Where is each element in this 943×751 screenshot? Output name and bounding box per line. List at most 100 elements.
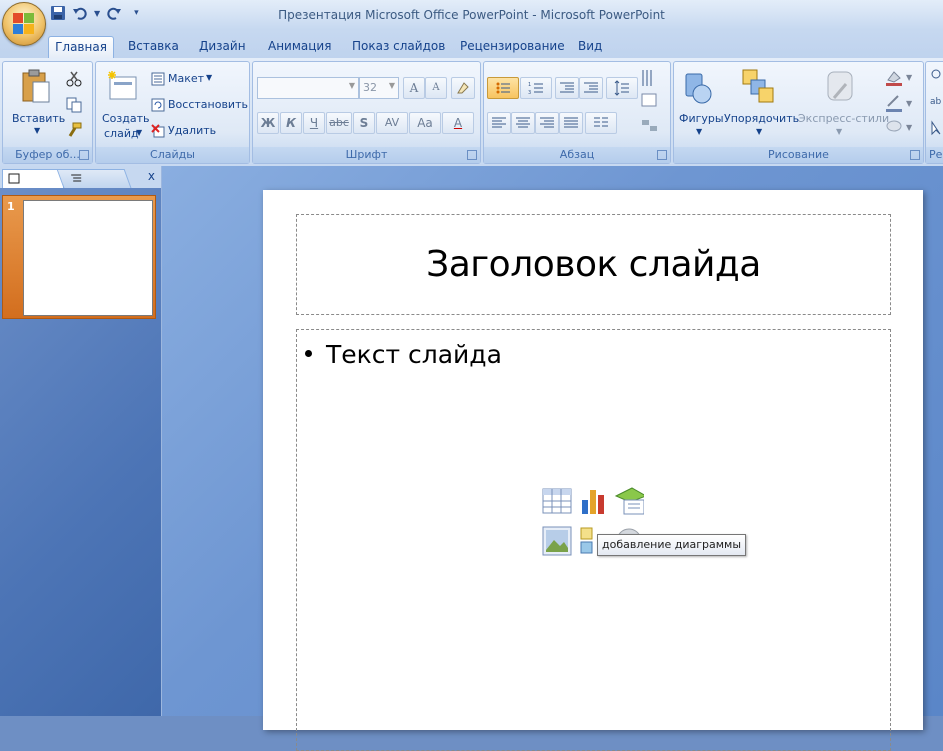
paragraph-launcher-icon[interactable]	[657, 150, 667, 160]
insert-table-icon[interactable]	[542, 486, 572, 516]
clipboard-launcher-icon[interactable]	[79, 150, 89, 160]
new-slide-label-2[interactable]: слайд	[104, 127, 139, 140]
copy-icon[interactable]	[66, 97, 82, 113]
text-direction-icon[interactable]	[640, 68, 660, 88]
layout-dropdown-icon[interactable]: ▼	[206, 73, 212, 82]
insert-smartart-icon[interactable]	[614, 486, 644, 516]
delete-slide-icon	[151, 124, 165, 138]
outline-tab[interactable]	[56, 169, 132, 188]
arrange-icon[interactable]	[741, 68, 775, 106]
paste-label[interactable]: Вставить	[12, 112, 65, 125]
arrange-button[interactable]: Упорядочить	[724, 112, 799, 125]
shapes-button[interactable]: Фигуры	[679, 112, 724, 125]
paragraph-group: 13 Абзац	[483, 61, 671, 164]
svg-text:1: 1	[528, 82, 531, 88]
tab-slideshow[interactable]: Показ слайдов	[346, 36, 451, 58]
slide-title[interactable]: Заголовок слайда	[426, 244, 761, 285]
slides-tab-icon	[8, 173, 20, 184]
replace-icon[interactable]: ab	[930, 94, 943, 110]
content-placeholder[interactable]: Текст слайда	[296, 329, 891, 751]
drawing-group-label: Рисование	[674, 147, 923, 163]
shadow-button[interactable]: S	[353, 112, 375, 134]
slides-pane: x 1	[0, 166, 162, 716]
clipboard-group: Вставить ▼ Буфер об...	[2, 61, 93, 164]
font-name-combo[interactable]: ▼	[257, 77, 359, 99]
slides-tab[interactable]	[2, 169, 64, 188]
decrease-indent-button[interactable]	[555, 77, 579, 99]
quick-styles-button[interactable]: Экспресс-стили	[798, 112, 889, 125]
body-text[interactable]: Текст слайда	[326, 340, 502, 369]
font-size-combo[interactable]: 32 ▼	[359, 77, 399, 99]
tab-review[interactable]: Рецензирование	[454, 36, 571, 58]
tab-home[interactable]: Главная	[48, 36, 114, 59]
slide-number: 1	[7, 200, 15, 213]
align-left-button[interactable]	[487, 112, 511, 134]
reset-button[interactable]: Восстановить	[168, 98, 248, 111]
slides-group: Создать слайд ▼ Макет ▼ Восстановить Уда…	[95, 61, 250, 164]
cut-icon[interactable]	[66, 71, 82, 87]
find-icon[interactable]	[930, 68, 943, 84]
paste-dropdown-icon[interactable]: ▼	[34, 126, 40, 135]
svg-text:▼: ▼	[906, 99, 913, 108]
office-button[interactable]	[2, 2, 46, 46]
slide-canvas[interactable]: Заголовок слайда Текст слайда	[263, 190, 923, 751]
svg-text:3: 3	[528, 90, 531, 96]
insert-picture-icon[interactable]	[542, 526, 572, 556]
font-launcher-icon[interactable]	[467, 150, 477, 160]
select-icon[interactable]	[930, 120, 943, 136]
shape-fill-icon[interactable]: ▼	[884, 68, 914, 86]
strike-button[interactable]: abc	[326, 112, 352, 134]
bullet-line[interactable]: Текст слайда	[305, 340, 502, 369]
new-slide-label-1[interactable]: Создать	[102, 112, 150, 125]
editing-group: ab Ре	[925, 61, 943, 164]
bold-button[interactable]: Ж	[257, 112, 279, 134]
font-color-button[interactable]: A	[442, 112, 474, 134]
clear-format-button[interactable]	[451, 77, 475, 99]
shapes-icon[interactable]	[682, 70, 714, 106]
tab-view[interactable]: Вид	[572, 36, 608, 58]
paste-icon[interactable]	[20, 68, 52, 106]
grow-font-button[interactable]: A	[403, 77, 425, 99]
smartart-convert-icon[interactable]	[640, 118, 660, 134]
clear-format-icon	[457, 82, 469, 94]
quick-styles-icon[interactable]	[824, 70, 858, 106]
format-painter-icon[interactable]	[66, 122, 82, 138]
tab-animation[interactable]: Анимация	[262, 36, 337, 58]
font-size-dropdown-icon[interactable]: ▼	[389, 81, 395, 90]
shapes-dropdown-icon[interactable]: ▼	[696, 127, 702, 136]
insert-chart-icon[interactable]	[579, 486, 609, 516]
numbering-button[interactable]: 13	[520, 77, 552, 99]
close-pane-icon[interactable]: x	[148, 169, 155, 183]
slide-thumbnail-selected[interactable]: 1	[2, 195, 156, 319]
arrange-dropdown-icon[interactable]: ▼	[756, 127, 762, 136]
quick-styles-dropdown-icon[interactable]: ▼	[836, 127, 842, 136]
office-logo-icon	[13, 13, 35, 35]
bullets-button[interactable]	[487, 77, 519, 99]
increase-indent-button[interactable]	[579, 77, 603, 99]
delete-slide-button[interactable]: Удалить	[168, 124, 216, 137]
layout-button[interactable]: Макет	[168, 72, 204, 85]
underline-button[interactable]: Ч	[303, 112, 325, 134]
align-center-button[interactable]	[511, 112, 535, 134]
align-right-button[interactable]	[535, 112, 559, 134]
columns-button[interactable]	[585, 112, 617, 134]
new-slide-dropdown-icon[interactable]: ▼	[136, 128, 142, 137]
tab-design[interactable]: Дизайн	[193, 36, 252, 58]
justify-button[interactable]	[559, 112, 583, 134]
slide-thumbnail[interactable]	[23, 200, 153, 316]
tab-insert[interactable]: Вставка	[122, 36, 185, 58]
new-slide-icon[interactable]	[106, 69, 138, 101]
shape-effects-icon[interactable]: ▼	[884, 118, 914, 136]
svg-text:ab: ab	[930, 97, 942, 107]
title-placeholder[interactable]: Заголовок слайда	[296, 214, 891, 315]
shrink-font-button[interactable]: A	[425, 77, 447, 99]
align-text-icon[interactable]	[640, 92, 660, 108]
char-spacing-button[interactable]: AV	[376, 112, 408, 134]
line-spacing-button[interactable]	[606, 77, 638, 99]
font-name-dropdown-icon[interactable]: ▼	[349, 81, 355, 90]
drawing-launcher-icon[interactable]	[910, 150, 920, 160]
change-case-button[interactable]: Aa	[409, 112, 441, 134]
italic-button[interactable]: К	[280, 112, 302, 134]
slides-group-label: Слайды	[96, 147, 249, 163]
shape-outline-icon[interactable]: ▼	[884, 94, 914, 112]
